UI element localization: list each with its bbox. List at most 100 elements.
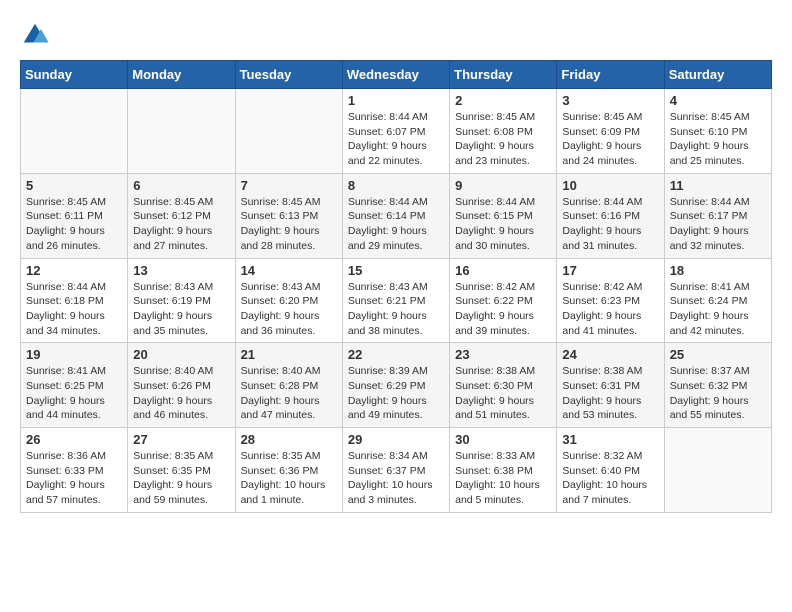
calendar-week-row: 5Sunrise: 8:45 AM Sunset: 6:11 PM Daylig… (21, 173, 772, 258)
calendar-cell: 25 Sunrise: 8:37 AM Sunset: 6:32 PM Dayli… (664, 343, 771, 428)
day-number: 31 (562, 432, 658, 447)
calendar-cell: 2 Sunrise: 8:45 AM Sunset: 6:08 PM Daylig… (450, 89, 557, 174)
calendar-week-row: 26 Sunrise: 8:36 AM Sunset: 6:33 PM Dayli… (21, 428, 772, 513)
day-number: 7 (241, 178, 337, 193)
calendar-cell: 27 Sunrise: 8:35 AM Sunset: 6:35 PM Dayli… (128, 428, 235, 513)
day-number: 25 (670, 347, 766, 362)
calendar-cell (235, 89, 342, 174)
day-number: 8 (348, 178, 444, 193)
calendar-cell: 18 Sunrise: 8:41 AM Sunset: 6:24 PM Dayli… (664, 258, 771, 343)
day-info: Sunrise: 8:42 AM Sunset: 6:23 PM Dayligh… (562, 280, 658, 339)
page-header (20, 20, 772, 50)
calendar-cell: 28 Sunrise: 8:35 AM Sunset: 6:36 PM Dayli… (235, 428, 342, 513)
calendar-cell: 24Sunrise: 8:38 AM Sunset: 6:31 PM Dayli… (557, 343, 664, 428)
weekday-header: Sunday (21, 61, 128, 89)
calendar-cell: 12 Sunrise: 8:44 AM Sunset: 6:18 PM Dayli… (21, 258, 128, 343)
calendar-week-row: 19Sunrise: 8:41 AM Sunset: 6:25 PM Dayli… (21, 343, 772, 428)
day-number: 17 (562, 263, 658, 278)
calendar-cell: 7 Sunrise: 8:45 AM Sunset: 6:13 PM Daylig… (235, 173, 342, 258)
calendar-cell: 20 Sunrise: 8:40 AM Sunset: 6:26 PM Dayli… (128, 343, 235, 428)
calendar-cell: 13 Sunrise: 8:43 AM Sunset: 6:19 PM Dayli… (128, 258, 235, 343)
day-number: 9 (455, 178, 551, 193)
calendar-cell: 17 Sunrise: 8:42 AM Sunset: 6:23 PM Dayli… (557, 258, 664, 343)
day-number: 12 (26, 263, 122, 278)
day-number: 28 (241, 432, 337, 447)
day-info: Sunrise: 8:45 AM Sunset: 6:08 PM Dayligh… (455, 110, 551, 169)
weekday-header: Wednesday (342, 61, 449, 89)
calendar-cell (128, 89, 235, 174)
day-info: Sunrise: 8:42 AM Sunset: 6:22 PM Dayligh… (455, 280, 551, 339)
day-info: Sunrise: 8:45 AM Sunset: 6:09 PM Dayligh… (562, 110, 658, 169)
calendar-cell: 21Sunrise: 8:40 AM Sunset: 6:28 PM Dayli… (235, 343, 342, 428)
day-number: 6 (133, 178, 229, 193)
calendar-cell: 9 Sunrise: 8:44 AM Sunset: 6:15 PM Daylig… (450, 173, 557, 258)
day-info: Sunrise: 8:40 AM Sunset: 6:26 PM Dayligh… (133, 364, 229, 423)
day-number: 4 (670, 93, 766, 108)
logo (20, 20, 56, 50)
day-info: Sunrise: 8:43 AM Sunset: 6:20 PM Dayligh… (241, 280, 337, 339)
day-number: 30 (455, 432, 551, 447)
calendar-cell: 23 Sunrise: 8:38 AM Sunset: 6:30 PM Dayli… (450, 343, 557, 428)
calendar-cell: 8 Sunrise: 8:44 AM Sunset: 6:14 PM Daylig… (342, 173, 449, 258)
day-number: 18 (670, 263, 766, 278)
weekday-header: Tuesday (235, 61, 342, 89)
day-info: Sunrise: 8:35 AM Sunset: 6:36 PM Dayligh… (241, 449, 337, 508)
calendar-cell: 1Sunrise: 8:44 AM Sunset: 6:07 PM Daylig… (342, 89, 449, 174)
day-info: Sunrise: 8:44 AM Sunset: 6:18 PM Dayligh… (26, 280, 122, 339)
calendar-cell: 31 Sunrise: 8:32 AM Sunset: 6:40 PM Dayli… (557, 428, 664, 513)
day-info: Sunrise: 8:41 AM Sunset: 6:24 PM Dayligh… (670, 280, 766, 339)
day-number: 27 (133, 432, 229, 447)
day-number: 13 (133, 263, 229, 278)
calendar-week-row: 12 Sunrise: 8:44 AM Sunset: 6:18 PM Dayli… (21, 258, 772, 343)
day-number: 2 (455, 93, 551, 108)
calendar-cell: 16 Sunrise: 8:42 AM Sunset: 6:22 PM Dayli… (450, 258, 557, 343)
day-info: Sunrise: 8:44 AM Sunset: 6:17 PM Dayligh… (670, 195, 766, 254)
day-info: Sunrise: 8:44 AM Sunset: 6:15 PM Dayligh… (455, 195, 551, 254)
calendar-cell: 30 Sunrise: 8:33 AM Sunset: 6:38 PM Dayli… (450, 428, 557, 513)
weekday-header-row: SundayMondayTuesdayWednesdayThursdayFrid… (21, 61, 772, 89)
calendar-cell: 14 Sunrise: 8:43 AM Sunset: 6:20 PM Dayli… (235, 258, 342, 343)
day-info: Sunrise: 8:38 AM Sunset: 6:30 PM Dayligh… (455, 364, 551, 423)
day-number: 10 (562, 178, 658, 193)
day-info: Sunrise: 8:45 AM Sunset: 6:10 PM Dayligh… (670, 110, 766, 169)
calendar-cell: 3Sunrise: 8:45 AM Sunset: 6:09 PM Daylig… (557, 89, 664, 174)
day-number: 22 (348, 347, 444, 362)
day-info: Sunrise: 8:35 AM Sunset: 6:35 PM Dayligh… (133, 449, 229, 508)
calendar-cell: 15 Sunrise: 8:43 AM Sunset: 6:21 PM Dayli… (342, 258, 449, 343)
day-info: Sunrise: 8:43 AM Sunset: 6:21 PM Dayligh… (348, 280, 444, 339)
logo-icon (20, 20, 50, 50)
day-info: Sunrise: 8:45 AM Sunset: 6:13 PM Dayligh… (241, 195, 337, 254)
day-info: Sunrise: 8:44 AM Sunset: 6:14 PM Dayligh… (348, 195, 444, 254)
calendar-cell: 6 Sunrise: 8:45 AM Sunset: 6:12 PM Daylig… (128, 173, 235, 258)
day-info: Sunrise: 8:39 AM Sunset: 6:29 PM Dayligh… (348, 364, 444, 423)
day-number: 23 (455, 347, 551, 362)
day-number: 16 (455, 263, 551, 278)
day-info: Sunrise: 8:38 AM Sunset: 6:31 PM Dayligh… (562, 364, 658, 423)
calendar-cell (21, 89, 128, 174)
weekday-header: Thursday (450, 61, 557, 89)
calendar-cell: 26 Sunrise: 8:36 AM Sunset: 6:33 PM Dayli… (21, 428, 128, 513)
day-info: Sunrise: 8:32 AM Sunset: 6:40 PM Dayligh… (562, 449, 658, 508)
weekday-header: Saturday (664, 61, 771, 89)
weekday-header: Monday (128, 61, 235, 89)
day-number: 21 (241, 347, 337, 362)
calendar-cell: 5Sunrise: 8:45 AM Sunset: 6:11 PM Daylig… (21, 173, 128, 258)
calendar-cell: 4 Sunrise: 8:45 AM Sunset: 6:10 PM Daylig… (664, 89, 771, 174)
calendar-table: SundayMondayTuesdayWednesdayThursdayFrid… (20, 60, 772, 513)
day-number: 26 (26, 432, 122, 447)
day-info: Sunrise: 8:45 AM Sunset: 6:12 PM Dayligh… (133, 195, 229, 254)
calendar-cell: 10 Sunrise: 8:44 AM Sunset: 6:16 PM Dayli… (557, 173, 664, 258)
day-number: 11 (670, 178, 766, 193)
day-number: 20 (133, 347, 229, 362)
day-info: Sunrise: 8:43 AM Sunset: 6:19 PM Dayligh… (133, 280, 229, 339)
day-info: Sunrise: 8:37 AM Sunset: 6:32 PM Dayligh… (670, 364, 766, 423)
day-info: Sunrise: 8:41 AM Sunset: 6:25 PM Dayligh… (26, 364, 122, 423)
day-info: Sunrise: 8:34 AM Sunset: 6:37 PM Dayligh… (348, 449, 444, 508)
day-info: Sunrise: 8:36 AM Sunset: 6:33 PM Dayligh… (26, 449, 122, 508)
calendar-cell: 29Sunrise: 8:34 AM Sunset: 6:37 PM Dayli… (342, 428, 449, 513)
day-info: Sunrise: 8:44 AM Sunset: 6:16 PM Dayligh… (562, 195, 658, 254)
day-number: 1 (348, 93, 444, 108)
day-number: 15 (348, 263, 444, 278)
day-number: 14 (241, 263, 337, 278)
day-info: Sunrise: 8:33 AM Sunset: 6:38 PM Dayligh… (455, 449, 551, 508)
